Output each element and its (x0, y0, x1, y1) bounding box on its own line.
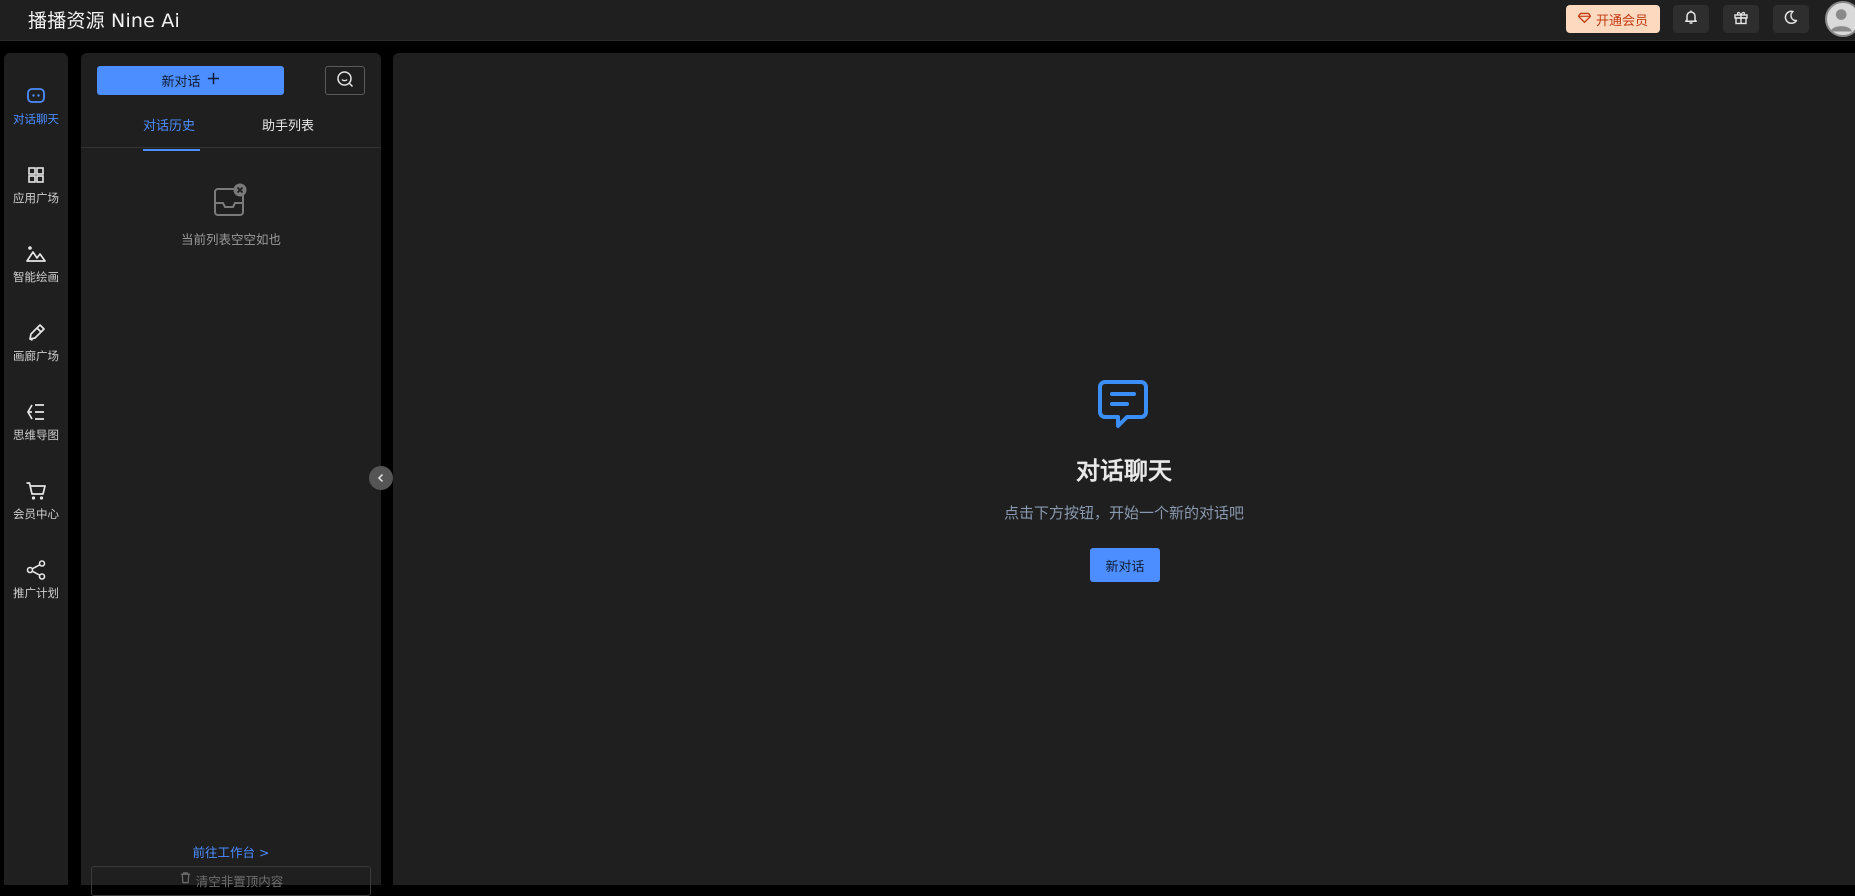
tab-history[interactable]: 对话历史 (143, 115, 195, 134)
chat-icon (25, 85, 47, 107)
sidebar-item-chat[interactable]: 对话聊天 (4, 77, 68, 141)
new-chat-label: 新对话 (161, 75, 201, 90)
sidebar-item-drawing[interactable]: 智能绘画 (4, 235, 68, 299)
message-icon (1097, 378, 1149, 430)
gift-icon (1733, 9, 1749, 29)
mindmap-icon (25, 401, 47, 423)
brand-title: 播播资源 Nine Ai (28, 10, 180, 32)
sidebar-item-label: 画廊广场 (13, 349, 59, 363)
avatar[interactable] (1825, 1, 1855, 37)
start-new-chat-button[interactable]: 新对话 (1090, 548, 1160, 582)
panel-tabs (81, 108, 381, 148)
search-icon (336, 70, 354, 92)
active-tab-indicator (143, 149, 200, 151)
workbench-link[interactable]: 前往工作台 > (81, 842, 381, 861)
collapse-panel-button[interactable] (369, 466, 393, 490)
page-subtitle: 点击下方按钮，开始一个新的对话吧 (1003, 504, 1244, 522)
sidebar-item-label: 智能绘画 (13, 270, 59, 284)
top-bar: 播播资源 Nine Ai 开通会员 (0, 0, 1855, 41)
sidebar-item-apps[interactable]: 应用广场 (4, 156, 68, 220)
search-button[interactable] (325, 66, 365, 95)
gift-button[interactable] (1723, 5, 1759, 33)
vip-label: 开通会员 (1595, 13, 1648, 29)
empty-list-text: 当前列表空空如也 (180, 232, 281, 247)
sidebar-item-promotion[interactable]: 推广计划 (4, 551, 68, 615)
plus-icon (207, 72, 220, 89)
sidebar-item-gallery[interactable]: 画廊广场 (4, 314, 68, 378)
brush-icon (25, 322, 47, 344)
sidebar-item-label: 思维导图 (13, 428, 59, 442)
nav-rail: 对话聊天 应用广场 智能绘画 画廊广场 思维导图 会员中心 推广计划 (4, 53, 68, 885)
sidebar-item-mindmap[interactable]: 思维导图 (4, 393, 68, 457)
empty-inbox-icon (213, 183, 249, 219)
cart-icon (25, 480, 47, 502)
grid-icon (25, 164, 47, 186)
page-title: 对话聊天 (1076, 457, 1172, 485)
share-icon (25, 559, 47, 581)
notification-button[interactable] (1673, 5, 1709, 33)
theme-toggle-button[interactable] (1773, 5, 1809, 33)
chevron-left-icon (375, 469, 387, 488)
tab-assistants[interactable]: 助手列表 (262, 115, 314, 134)
sidebar-item-label: 会员中心 (13, 507, 59, 521)
clear-unpinned-button[interactable]: 清空非置顶内容 (91, 866, 371, 896)
new-chat-button[interactable]: 新对话 (97, 66, 284, 95)
diamond-icon (1577, 11, 1592, 28)
moon-icon (1783, 9, 1799, 29)
mountain-icon (25, 243, 47, 265)
bell-icon (1683, 9, 1699, 29)
sidebar-item-label: 应用广场 (13, 191, 59, 205)
sidebar-item-label: 推广计划 (13, 586, 59, 600)
vip-button[interactable]: 开通会员 (1566, 5, 1660, 33)
main-content: 对话聊天 点击下方按钮，开始一个新的对话吧 新对话 (393, 53, 1855, 885)
sidebar-item-label: 对话聊天 (13, 112, 59, 126)
conversation-panel: 新对话 对话历史 助手列表 当前列表空空如也 前往工作台 > 清空非置顶内容 (81, 53, 381, 896)
clear-label: 清空非置顶内容 (195, 874, 284, 889)
sidebar-item-member[interactable]: 会员中心 (4, 472, 68, 536)
